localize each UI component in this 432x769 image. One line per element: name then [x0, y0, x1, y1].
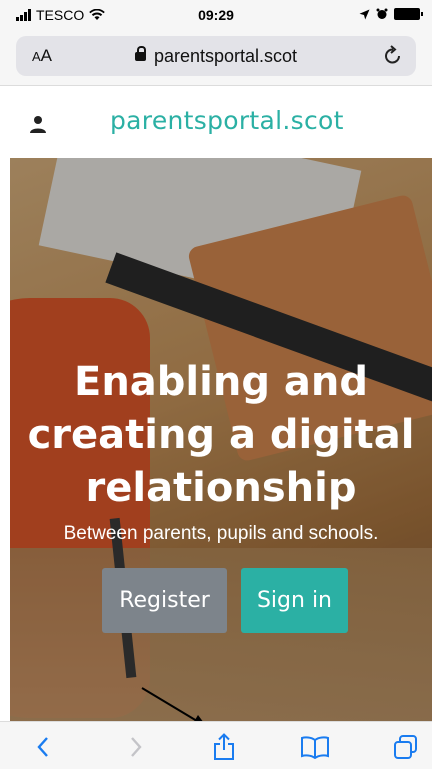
address-bar[interactable]: AA parentsportal.scot	[16, 36, 416, 76]
tabs-icon	[394, 735, 417, 759]
bookmarks-button[interactable]	[300, 732, 330, 762]
hero-title-line-1: Enabling and	[74, 359, 368, 405]
back-button[interactable]	[28, 732, 58, 762]
address-bar-area: AA parentsportal.scot	[0, 30, 432, 86]
share-icon	[214, 733, 234, 760]
tabs-button[interactable]	[391, 732, 421, 762]
register-button[interactable]: Register	[102, 568, 227, 633]
hero-subtitle: Between parents, pupils and schools.	[63, 523, 379, 544]
alarm-icon	[376, 8, 388, 19]
hero-title-line-2: creating a digital	[27, 412, 415, 458]
forward-icon	[131, 737, 142, 757]
location-icon	[359, 9, 370, 19]
site-logo[interactable]: parentsportal.scot	[110, 106, 344, 135]
status-right	[359, 8, 423, 20]
sign-in-button[interactable]: Sign in	[241, 568, 348, 633]
back-icon	[37, 737, 48, 757]
status-bar: TESCO 09:29	[0, 0, 432, 30]
url-display[interactable]: parentsportal.scot	[16, 46, 416, 67]
share-button[interactable]	[209, 732, 239, 762]
forward-button[interactable]	[121, 732, 151, 762]
hero-title-line-3: relationship	[85, 465, 357, 511]
reload-icon[interactable]	[382, 44, 404, 68]
browser-toolbar	[0, 721, 432, 769]
site-header: parentsportal.scot	[0, 86, 432, 158]
hero-title: Enabling and creating a digital relation…	[10, 356, 432, 515]
battery-icon	[394, 8, 423, 20]
lock-icon	[134, 46, 146, 61]
hero-section: Enabling and creating a digital relation…	[10, 158, 432, 721]
bookmarks-icon	[301, 736, 329, 759]
user-account-icon[interactable]	[28, 114, 48, 134]
url-text: parentsportal.scot	[153, 46, 298, 66]
